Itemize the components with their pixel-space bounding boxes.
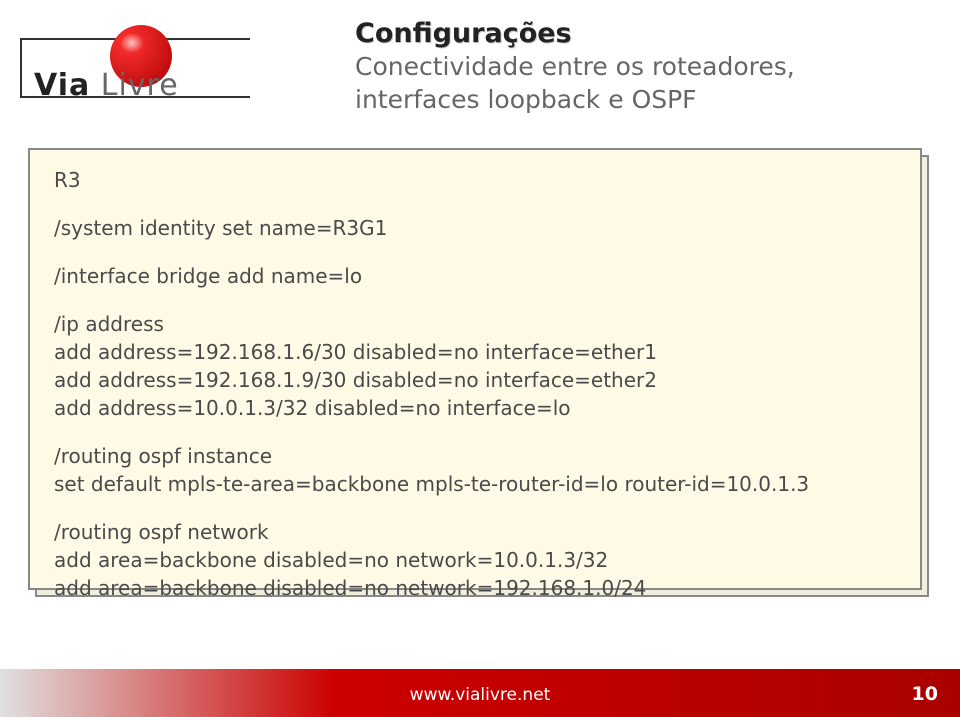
config-text-ip3: add address=10.0.1.3/32 disabled=no inte… xyxy=(54,394,896,422)
page-title: Configurações xyxy=(355,18,915,49)
config-text-ip2: add address=192.168.1.9/30 disabled=no i… xyxy=(54,366,896,394)
config-router-label: R3 xyxy=(54,166,896,194)
config-system-identity: /system identity set name=R3G1 xyxy=(54,214,896,242)
config-text-ospf-net2: add area=backbone disabled=no network=19… xyxy=(54,574,896,602)
config-interface-bridge: /interface bridge add name=lo xyxy=(54,262,896,290)
logo-brand-part2: Livre xyxy=(90,68,178,103)
page-number: 10 xyxy=(912,683,938,705)
footer-url: www.vialivre.net xyxy=(410,685,551,705)
config-ip-address-block: /ip address add address=192.168.1.6/30 d… xyxy=(54,310,896,422)
config-text-ip-header: /ip address xyxy=(54,310,896,338)
config-ospf-instance-block: /routing ospf instance set default mpls-… xyxy=(54,442,896,498)
logo: Via Livre xyxy=(20,20,270,110)
config-ospf-network-block: /routing ospf network add area=backbone … xyxy=(54,518,896,602)
page-header: Configurações Conectividade entre os rot… xyxy=(355,18,915,116)
logo-text: Via Livre xyxy=(34,68,179,103)
config-text-ospf-network-header: /routing ospf network xyxy=(54,518,896,546)
config-text-ospf-net1: add area=backbone disabled=no network=10… xyxy=(54,546,896,574)
config-text-ip1: add address=192.168.1.6/30 disabled=no i… xyxy=(54,338,896,366)
config-text-ospf-instance-line: set default mpls-te-area=backbone mpls-t… xyxy=(54,470,896,498)
page-subtitle: Conectividade entre os roteadores, inter… xyxy=(355,51,915,116)
config-box: R3 /system identity set name=R3G1 /inter… xyxy=(28,148,922,590)
config-text-interface-bridge: /interface bridge add name=lo xyxy=(54,262,896,290)
config-text-system-identity: /system identity set name=R3G1 xyxy=(54,214,896,242)
config-text-router: R3 xyxy=(54,166,896,194)
config-content: R3 /system identity set name=R3G1 /inter… xyxy=(54,166,896,602)
config-text-ospf-instance-header: /routing ospf instance xyxy=(54,442,896,470)
logo-brand-part1: Via xyxy=(34,68,90,103)
